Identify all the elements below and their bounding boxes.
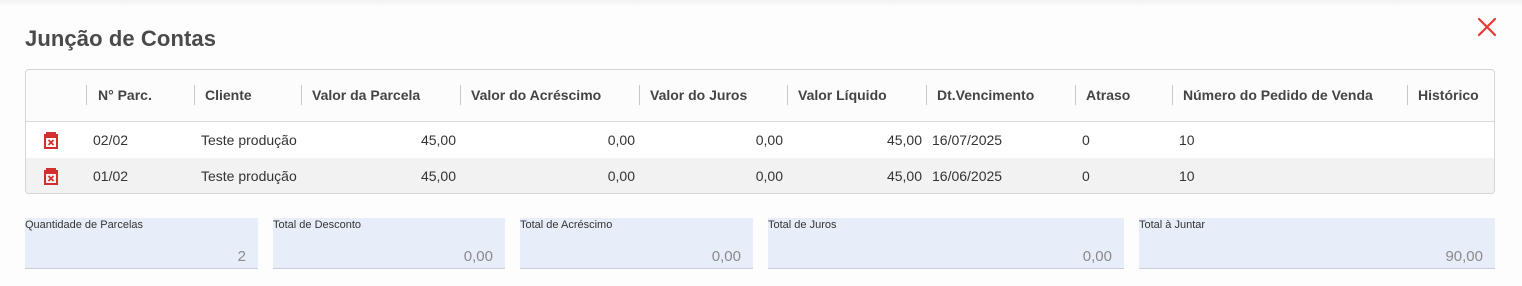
column-separator[interactable] <box>787 85 788 105</box>
header-valor-liquido[interactable]: Valor Líquido <box>798 70 887 121</box>
close-icon[interactable] <box>1474 14 1500 40</box>
cell-parcela: 02/02 <box>93 132 129 148</box>
total-juntar-field[interactable]: Total à Juntar 90,00 <box>1139 218 1495 269</box>
header-historico[interactable]: Histórico <box>1418 70 1479 121</box>
quantidade-parcelas-field[interactable]: Quantidade de Parcelas 2 <box>25 218 258 269</box>
cell-vencimento: 16/06/2025 <box>932 168 1003 184</box>
header-valor-juros[interactable]: Valor do Juros <box>650 70 747 121</box>
field-value: 90,00 <box>1445 248 1483 265</box>
total-desconto-field[interactable]: Total de Desconto 0,00 <box>273 218 505 269</box>
cell-valor-liquido: 45,00 <box>886 168 922 184</box>
cell-valor-acrescimo: 0,00 <box>607 132 635 148</box>
column-separator[interactable] <box>86 85 87 105</box>
table-row[interactable]: 01/02 Teste produção 45,00 0,00 0,00 45,… <box>26 158 1494 193</box>
table-header: N° Parc. Cliente Valor da Parcela Valor … <box>26 70 1494 122</box>
field-value: 2 <box>237 248 246 265</box>
cell-parcela: 01/02 <box>93 168 129 184</box>
column-separator[interactable] <box>194 85 195 105</box>
cell-atraso: 0 <box>1082 132 1090 148</box>
field-label: Total de Juros <box>768 219 837 231</box>
header-atraso[interactable]: Atraso <box>1086 70 1130 121</box>
field-label: Total de Acréscimo <box>520 219 613 231</box>
cell-vencimento: 16/07/2025 <box>932 132 1003 148</box>
column-separator[interactable] <box>639 85 640 105</box>
cell-atraso: 0 <box>1082 168 1090 184</box>
header-vencimento[interactable]: Dt.Vencimento <box>937 70 1034 121</box>
cell-pedido: 10 <box>1179 168 1195 184</box>
cell-valor-parcela: 45,00 <box>420 168 456 184</box>
header-parcela[interactable]: N° Parc. <box>98 70 152 121</box>
cell-cliente: Teste produção <box>201 132 297 148</box>
total-acrescimo-field[interactable]: Total de Acréscimo 0,00 <box>520 218 753 269</box>
table-row[interactable]: 02/02 Teste produção 45,00 0,00 0,00 45,… <box>26 122 1494 158</box>
column-separator[interactable] <box>301 85 302 105</box>
installments-table: N° Parc. Cliente Valor da Parcela Valor … <box>25 69 1495 194</box>
column-separator[interactable] <box>926 85 927 105</box>
cell-valor-parcela: 45,00 <box>420 132 456 148</box>
cell-valor-liquido: 45,00 <box>886 132 922 148</box>
column-separator[interactable] <box>1075 85 1076 105</box>
field-label: Total de Desconto <box>273 219 362 231</box>
cell-cliente: Teste produção <box>201 168 297 184</box>
field-value: 0,00 <box>463 248 493 265</box>
dialog-title: Junção de Contas <box>25 26 217 51</box>
column-separator[interactable] <box>1407 85 1408 105</box>
cell-pedido: 10 <box>1179 132 1195 148</box>
field-value: 0,00 <box>1082 248 1112 265</box>
header-cliente[interactable]: Cliente <box>205 70 252 121</box>
cell-valor-juros: 0,00 <box>755 132 783 148</box>
cell-valor-juros: 0,00 <box>755 168 783 184</box>
field-label: Quantidade de Parcelas <box>25 219 144 231</box>
field-value: 0,00 <box>711 248 741 265</box>
trash-icon[interactable] <box>42 131 60 149</box>
top-strip <box>0 0 1522 8</box>
header-pedido[interactable]: Número do Pedido de Venda <box>1183 70 1373 121</box>
column-separator[interactable] <box>1172 85 1173 105</box>
header-valor-parcela[interactable]: Valor da Parcela <box>312 70 420 121</box>
total-juros-field[interactable]: Total de Juros 0,00 <box>768 218 1124 269</box>
column-separator[interactable] <box>460 85 461 105</box>
field-label: Total à Juntar <box>1139 219 1206 231</box>
header-valor-acrescimo[interactable]: Valor do Acréscimo <box>471 70 601 121</box>
trash-icon[interactable] <box>42 167 60 185</box>
cell-valor-acrescimo: 0,00 <box>607 168 635 184</box>
